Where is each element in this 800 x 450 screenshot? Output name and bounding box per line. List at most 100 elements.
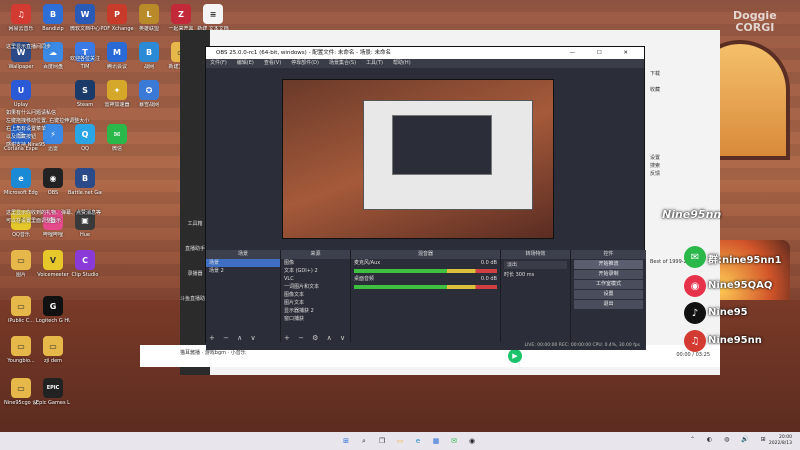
menu-item[interactable]: 工具(T) <box>366 59 383 68</box>
app-icon: M <box>107 42 127 62</box>
search-icon[interactable]: ⌕ <box>358 435 370 447</box>
desktop-icon[interactable]: ▭ Youngbio... <box>4 336 38 364</box>
clock[interactable]: 20:00 2022/8/13 <box>769 435 792 447</box>
desktop-icon[interactable]: ≡ 新建 文本文档 <box>196 4 230 32</box>
source-item[interactable]: 图片文本 <box>281 299 350 307</box>
edge-icon[interactable]: e <box>412 435 424 447</box>
desktop-icon-label: 战网 <box>143 64 154 70</box>
obs-window[interactable]: OBS 25.0.0-rc1 (64-bit, windows) - 配置文件:… <box>205 46 646 350</box>
desktop-icon[interactable]: ✉ 微信 <box>100 124 134 152</box>
weibo-icon: ◉ <box>684 275 706 297</box>
start-icon[interactable]: ⊞ <box>340 435 352 447</box>
menu-item[interactable]: 帮助(H) <box>393 59 411 68</box>
menu-item[interactable]: 场景集合(S) <box>329 59 356 68</box>
desktop-icon[interactable]: Z 一起来开黑 <box>164 4 198 32</box>
source-item[interactable]: 文本 (GDI+) 2 <box>281 267 350 275</box>
app-icon: B <box>43 4 63 24</box>
source-item[interactable]: 显示器捕获 2 <box>281 307 350 315</box>
system-tray-icons[interactable]: ⌃ ◐ ◍ 🔊 ⊞ <box>690 436 771 443</box>
menu-item[interactable]: 文件(F) <box>210 59 227 68</box>
account-handle: Nine95QAQ <box>708 280 773 291</box>
menu-item[interactable]: 查看(V) <box>264 59 281 68</box>
start-streaming-button[interactable]: 开始推流 <box>574 260 643 269</box>
play-button[interactable]: ▶ <box>508 349 522 363</box>
mixer-channel-label: 麦克风/Aux 0.0 dB <box>354 260 497 266</box>
taskview-icon[interactable]: ❐ <box>376 435 388 447</box>
desktop-icon[interactable]: ▭ zji dem <box>36 336 70 364</box>
overlay-hint-text: 感谢支持 Nine95 <box>6 142 46 148</box>
account-prefix: 群: <box>708 255 722 266</box>
wechat-icon[interactable]: ✉ <box>448 435 460 447</box>
menu-item[interactable]: 停靠部件(D) <box>291 59 319 68</box>
desktop-icon-label: Hue <box>79 232 90 238</box>
desktop-icon[interactable]: ◉ OBS <box>36 168 70 196</box>
desktop-icon-label: 微信 <box>111 146 122 152</box>
desktop-icon[interactable]: e Microsoft Edge <box>4 168 38 196</box>
window-controls[interactable]: — ☐ ✕ <box>569 47 638 59</box>
source-item[interactable]: 窗口捕获 <box>281 315 350 323</box>
exit-button[interactable]: 退出 <box>574 300 643 309</box>
desktop-icon[interactable]: U Uplay <box>4 80 38 108</box>
desktop-icon[interactable]: B Bandizip <box>36 4 70 32</box>
overlay-hint-text: 这里显示直播间同步 <box>6 44 52 50</box>
source-item[interactable]: VLC <box>281 275 350 283</box>
transition-duration[interactable]: 时长 300 ms <box>501 271 570 279</box>
desktop-icon[interactable]: V Voicemeeter <box>36 250 70 278</box>
desktop-icon[interactable]: ✪ 暴雪战网 <box>132 80 166 108</box>
desktop-icon[interactable]: EPIC Epic Games Launcher <box>36 378 70 406</box>
transitions-dock: 转场特效 淡出 时长 300 ms <box>501 250 571 344</box>
scene-item[interactable]: 场景 2 <box>206 267 280 275</box>
desktop-icon[interactable]: W 微软文档中心 <box>68 4 102 32</box>
desktop-icon[interactable]: Q QQ <box>68 124 102 152</box>
desktop-icon[interactable]: C Clip Studio <box>68 250 102 278</box>
source-toolbar[interactable]: + − ⚙ ∧ ∨ <box>284 334 348 342</box>
start-recording-button[interactable]: 开始录制 <box>574 270 643 279</box>
desktop-icon[interactable]: S Steam <box>68 80 102 108</box>
desktop-icon[interactable]: M 腾讯会议 <box>100 42 134 70</box>
explorer-icon[interactable]: ▭ <box>394 435 406 447</box>
right-item-download[interactable]: 下载 <box>650 70 720 78</box>
settings-button[interactable]: 设置 <box>574 290 643 299</box>
account-handle: Nine95 <box>708 307 748 318</box>
desktop-icon[interactable]: ♫ 网易云音乐 <box>4 4 38 32</box>
menu-item[interactable]: 编辑(E) <box>237 59 254 68</box>
scenes-dock-title: 场景 <box>206 250 280 259</box>
desktop-icon-label: Bandizip <box>42 26 64 32</box>
desktop-icon[interactable]: ▭ iPublic C... <box>4 296 38 324</box>
desktop-icon-label: zji dem <box>43 358 63 364</box>
volume-meter[interactable] <box>354 285 497 289</box>
desktop-icon[interactable]: L 英雄联盟 <box>132 4 166 32</box>
desktop-icon[interactable]: ▭ 图片 <box>4 250 38 278</box>
app-icon: ▭ <box>11 250 31 270</box>
scene-toolbar[interactable]: + − ∧ ∨ <box>209 334 259 342</box>
source-item[interactable]: 图像文本 <box>281 291 350 299</box>
source-item[interactable]: 一词图片和文本 <box>281 283 350 291</box>
app-icon: e <box>11 168 31 188</box>
desktop-icon[interactable]: ▭ Nine95cgo 设置 <box>4 378 38 406</box>
right-item-feedback[interactable]: 反馈 <box>650 170 720 178</box>
desktop-icon-label: TIM <box>80 64 90 70</box>
right-item-search[interactable]: 搜索 <box>650 162 720 170</box>
right-item-favorite[interactable]: 收藏 <box>650 86 720 94</box>
doggie-corgi-watermark: Doggie CORGI <box>733 9 777 34</box>
desktop-icon-label: Battle.net Games <box>68 190 102 196</box>
source-item[interactable]: 图像 <box>281 259 350 267</box>
desktop-icon[interactable]: B Battle.net Games <box>68 168 102 196</box>
transition-select[interactable]: 淡出 <box>504 261 567 269</box>
obs-preview[interactable] <box>282 79 554 239</box>
desktop-icon[interactable]: B 战网 <box>132 42 166 70</box>
scene-item[interactable]: 场景 <box>206 259 280 267</box>
obs-icon[interactable]: ◉ <box>466 435 478 447</box>
store-icon[interactable]: ▦ <box>430 435 442 447</box>
desktop-icon[interactable]: ✦ 雷神加速器 <box>100 80 134 108</box>
taskbar: ⊞ ⌕ ❐ ▭ e ▦ ✉ ◉ ⌃ ◐ ◍ 🔊 ⊞ 20:00 2022/8/13 <box>0 432 800 450</box>
studio-mode-button[interactable]: 工作室模式 <box>574 280 643 289</box>
app-icon: B <box>75 168 95 188</box>
overlay-hint-text: 右上角有设置菜单 <box>6 126 47 132</box>
right-item-settings[interactable]: 设置 <box>650 154 720 162</box>
desktop-icon[interactable]: P PDF Xchange <box>100 4 134 32</box>
desktop-icon-label: Voicemeeter <box>37 272 69 278</box>
obs-title-bar: OBS 25.0.0-rc1 (64-bit, windows) - 配置文件:… <box>206 47 644 59</box>
desktop-icon[interactable]: G Logitech G HUB <box>36 296 70 324</box>
volume-meter[interactable] <box>354 269 497 273</box>
